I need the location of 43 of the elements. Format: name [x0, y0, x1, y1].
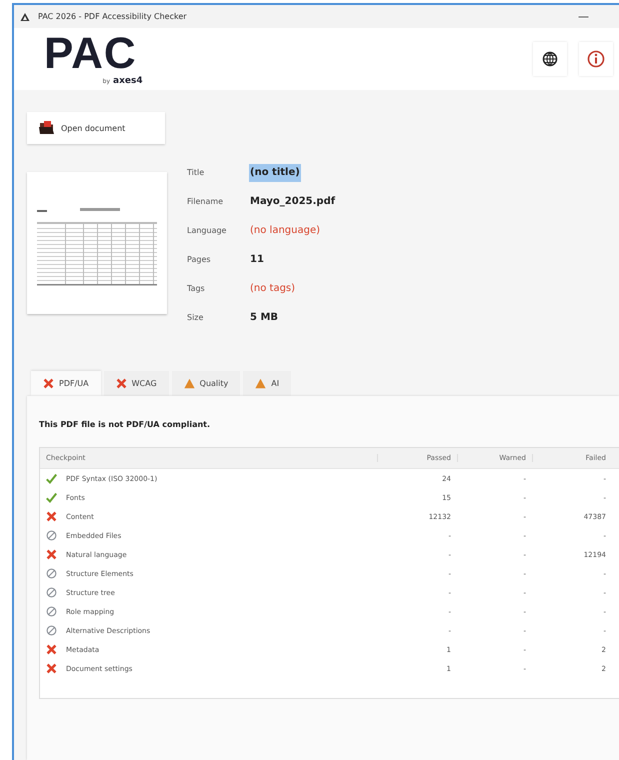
property-value: Mayo_2025.pdf [249, 195, 336, 209]
warning-icon [255, 378, 266, 389]
property-label: Language [187, 225, 228, 237]
cross-icon [46, 549, 57, 560]
logo-brand-text: axes4 [113, 76, 143, 86]
property-label: Filename [187, 196, 224, 208]
skipped-icon [46, 606, 57, 617]
cross-icon [43, 378, 54, 389]
property-value: (no title) [249, 164, 301, 182]
warning-icon [184, 378, 195, 389]
property-label: Tags [187, 283, 206, 295]
skipped-icon [46, 625, 57, 636]
skipped-icon [46, 587, 57, 598]
property-label: Pages [187, 254, 212, 266]
property-value: (no tags) [249, 282, 296, 296]
cross-icon [46, 511, 57, 522]
tab[interactable]: Quality [172, 371, 240, 396]
window-title: PAC 2026 - PDF Accessibility Checker [38, 12, 188, 22]
open-document-button[interactable]: Open document [27, 112, 165, 144]
property-value: 11 [249, 253, 265, 267]
cross-icon [46, 644, 57, 655]
property-label: Title [187, 167, 206, 179]
app-icon [20, 12, 30, 22]
property-label: Size [187, 312, 204, 324]
language-button[interactable] [533, 42, 567, 76]
logo-text: PAC [44, 32, 137, 76]
property-value: (no language) [249, 224, 321, 238]
info-icon [587, 50, 605, 68]
check-icon [46, 473, 57, 484]
tab[interactable]: PDF/UA [31, 371, 101, 396]
compliance-message: This PDF file is not PDF/UA compliant. [39, 420, 212, 429]
minimize-button[interactable]: — [578, 10, 589, 24]
cross-icon [116, 378, 127, 389]
folder-icon [39, 121, 55, 135]
skipped-icon [46, 568, 57, 579]
globe-icon [542, 51, 558, 68]
cross-icon [46, 663, 57, 674]
tab[interactable]: WCAG [104, 371, 169, 396]
skipped-icon [46, 530, 57, 541]
check-icon [46, 492, 57, 503]
info-button[interactable] [579, 42, 613, 76]
property-value: 5 MB [249, 311, 280, 325]
tab[interactable]: AI [243, 371, 292, 396]
